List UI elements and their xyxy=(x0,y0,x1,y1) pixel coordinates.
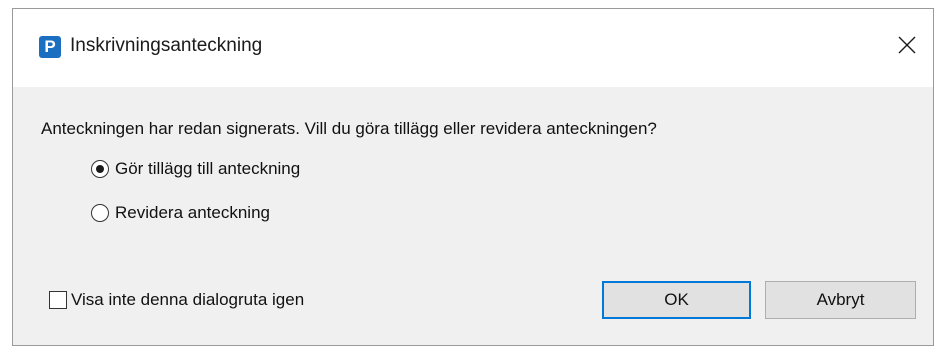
dont-show-again-label: Visa inte denna dialogruta igen xyxy=(71,290,305,309)
dialog-window: P Inskrivningsanteckning Anteckningen ha… xyxy=(12,8,934,346)
radio-button-unchecked[interactable] xyxy=(91,204,109,222)
radio-option-append[interactable]: Gör tillägg till anteckning xyxy=(91,159,300,179)
close-icon xyxy=(898,36,916,54)
question-text: Anteckningen har redan signerats. Vill d… xyxy=(41,119,657,138)
dont-show-again-checkbox[interactable] xyxy=(49,291,67,309)
radio-option-label: Revidera anteckning xyxy=(115,203,270,222)
close-button[interactable] xyxy=(885,23,929,67)
app-logo-icon: P xyxy=(39,36,61,58)
radio-button-checked[interactable] xyxy=(91,160,109,178)
dont-show-again-checkbox-row[interactable]: Visa inte denna dialogruta igen xyxy=(49,290,304,310)
dialog-body: Anteckningen har redan signerats. Vill d… xyxy=(13,87,933,345)
title-bar: P Inskrivningsanteckning xyxy=(13,9,933,87)
radio-option-label: Gör tillägg till anteckning xyxy=(115,159,301,178)
ok-button[interactable]: OK xyxy=(602,281,751,319)
cancel-button[interactable]: Avbryt xyxy=(765,281,916,319)
window-title: Inskrivningsanteckning xyxy=(70,35,263,56)
radio-option-revise[interactable]: Revidera anteckning xyxy=(91,203,270,223)
